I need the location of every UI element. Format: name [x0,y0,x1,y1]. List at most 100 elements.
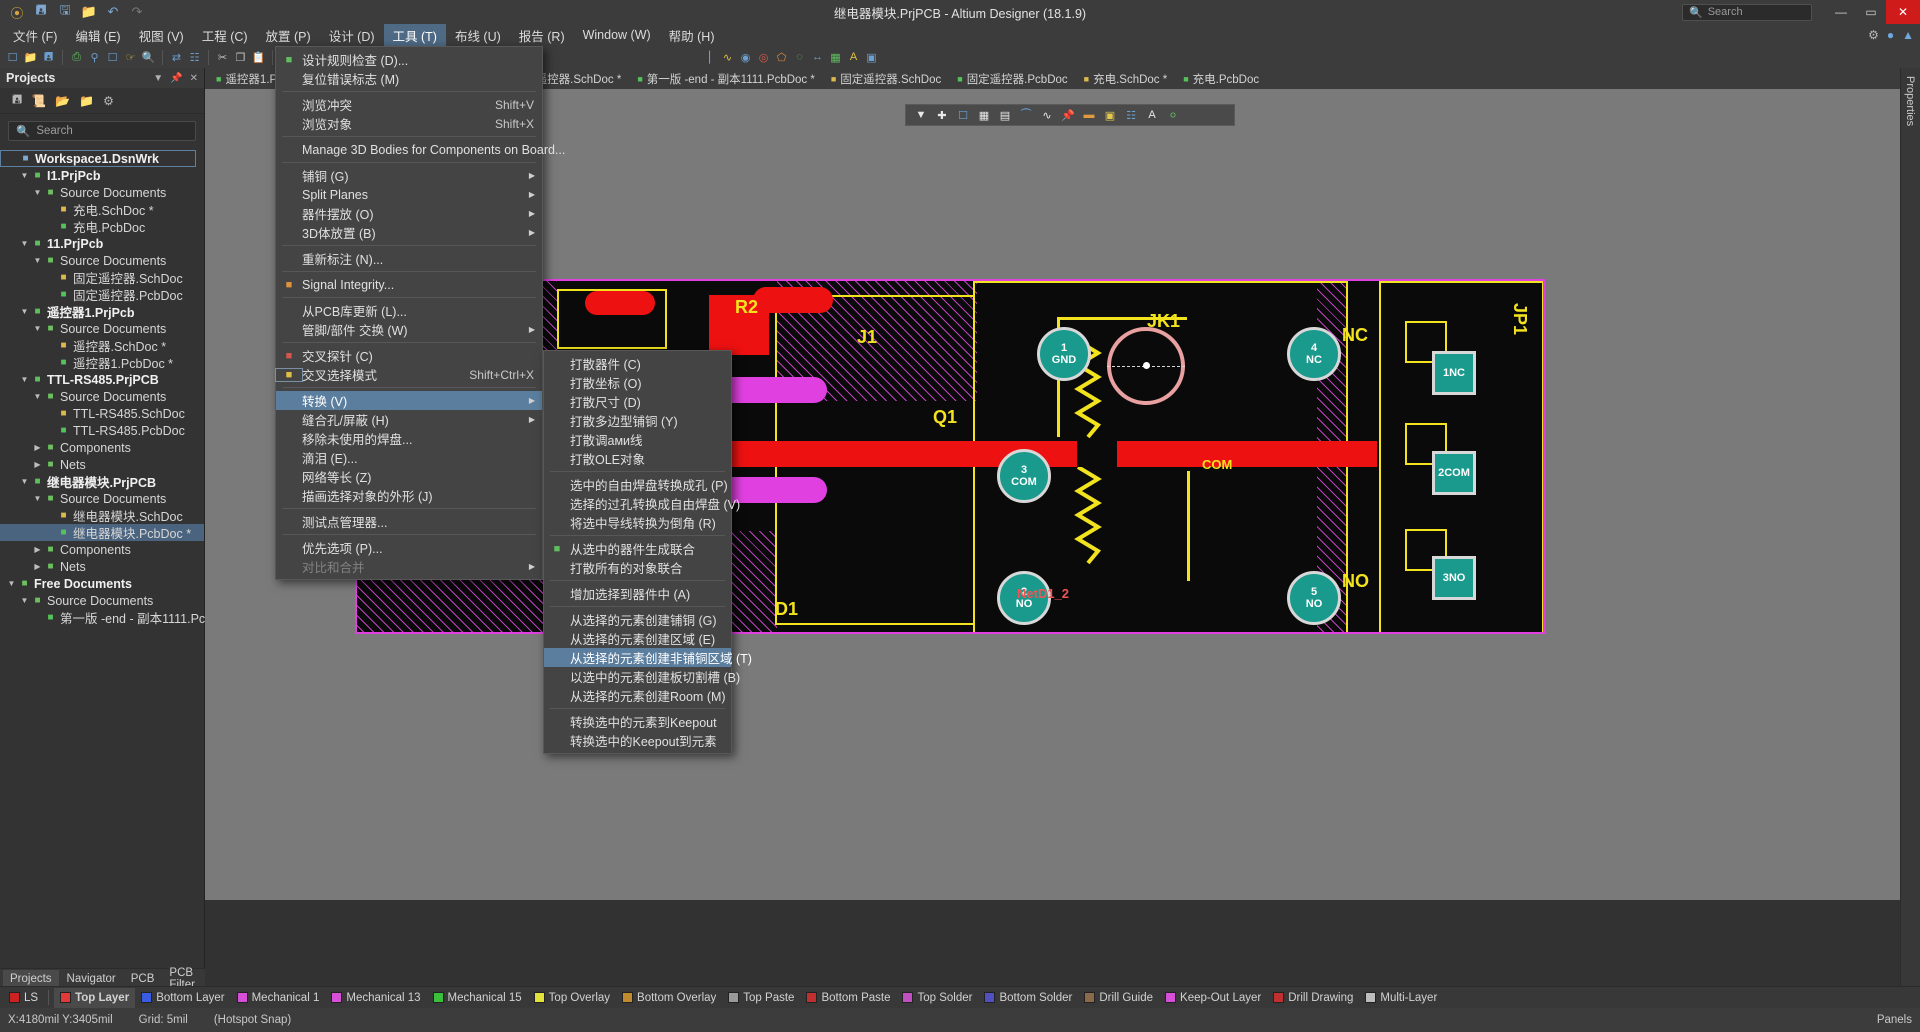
menu-item[interactable]: ■交叉选择模式Shift+Ctrl+X [276,365,542,384]
chevron-right-icon[interactable]: ▶ [32,562,43,571]
menu-item[interactable]: 转换 (V)▶ [276,391,542,410]
document-tab[interactable]: ■充电.SchDoc * [1077,69,1175,88]
menu-item[interactable]: 滴泪 (E)... [276,448,542,467]
add-icon[interactable]: ✚ [933,106,951,124]
menu-item[interactable]: ■Signal Integrity... [276,275,542,294]
menu-item[interactable]: 打散OLE对象 [544,449,731,468]
pcb-pad[interactable]: 1GND [1037,327,1091,381]
pcb-designator[interactable]: NO [1342,571,1369,592]
text-icon[interactable]: A [845,48,862,67]
print-icon[interactable]: ⎙ [68,48,85,67]
gear-icon[interactable]: ⚙ [103,94,114,108]
text-icon[interactable]: A [1143,106,1161,124]
chevron-right-icon[interactable]: ▶ [32,545,43,554]
menu-item[interactable]: 缝合孔/屏蔽 (H)▶ [276,410,542,429]
chevron-down-icon[interactable]: ▼ [19,171,30,180]
user-account-icon[interactable]: ● [1887,28,1894,42]
properties-rail-tab[interactable]: Properties [1901,68,1919,134]
layer-tab[interactable]: Top Layer [54,988,135,1008]
menubar-item-9[interactable]: Window (W) [574,24,660,46]
menu-item[interactable]: 将选中导线转换为倒角 (R) [544,513,731,532]
cross-probe-toolbar-icon[interactable]: ⇄ [168,48,185,67]
menu-item[interactable]: 管脚/部件 交换 (W)▶ [276,320,542,339]
chevron-down-icon[interactable]: ▼ [6,579,17,588]
menu-item[interactable]: 打散多边型铺铜 (Y) [544,411,731,430]
menu-item[interactable]: 打散调ами线 [544,430,731,449]
pin-icon[interactable]: 📌 [1059,106,1077,124]
menu-item[interactable]: 转换选中的Keepout到元素 [544,731,731,750]
left-panel-tab[interactable]: PCB [124,970,162,988]
notifications-icon[interactable]: ▲ [1902,28,1914,42]
dimension-icon[interactable]: ↔ [809,48,826,67]
measure-icon[interactable]: ☷ [1122,106,1140,124]
layer-tab[interactable]: Top Solder [896,988,978,1008]
menu-item[interactable]: 铺铜 (G)▶ [276,166,542,185]
menubar-item-5[interactable]: 设计 (D) [320,24,384,46]
menu-item[interactable]: 3D体放置 (B)▶ [276,223,542,242]
save-project-icon[interactable]: 🖪 [12,90,22,111]
menu-item[interactable]: 重新标注 (N)... [276,249,542,268]
altium-logo-icon[interactable]: ⦿ [6,2,28,22]
layer-tab[interactable]: Mechanical 1 [231,988,326,1008]
tree-item[interactable]: ▼■Source Documents [0,490,204,507]
layer-tab[interactable]: Mechanical 13 [325,988,426,1008]
tree-item[interactable]: ▼■TTL-RS485.PrjPCB [0,371,204,388]
tree-item[interactable]: ■遥控器1.PcbDoc * [0,354,204,371]
net-icon[interactable]: ∿ [719,48,736,67]
document-tab[interactable]: ■充电.PcbDoc [1176,69,1266,88]
layer-tab[interactable]: Multi-Layer [1359,988,1443,1008]
minimize-button[interactable]: — [1826,0,1856,24]
layer-tab[interactable]: Mechanical 15 [427,988,528,1008]
menu-item[interactable]: 从选择的元素创建铺铜 (G) [544,610,731,629]
save-icon[interactable]: 🖪 [30,2,52,22]
left-panel-tab[interactable]: Projects [3,970,59,988]
menu-item[interactable]: 打散器件 (C) [544,354,731,373]
panels-button[interactable]: Panels [1877,1014,1920,1026]
arc-icon[interactable]: ◌ [791,48,808,67]
menubar-item-4[interactable]: 放置 (P) [257,24,320,46]
layer-tab[interactable]: Drill Drawing [1267,988,1359,1008]
left-panel-tab[interactable]: PCB Filter [162,970,205,988]
net-icon[interactable]: ∿ [1038,106,1056,124]
pin-icon[interactable]: 📌 [170,73,182,84]
tree-item[interactable]: ▼■Free Documents [0,575,204,592]
menu-item[interactable]: 浏览冲突Shift+V [276,95,542,114]
via-icon[interactable]: ◎ [755,48,772,67]
tree-item[interactable]: ■TTL-RS485.PcbDoc [0,422,204,439]
document-tab[interactable]: ■固定遥控器.SchDoc [824,69,948,88]
browse-icon[interactable]: ☷ [186,48,203,67]
zoom-select-icon[interactable]: ☐ [104,48,121,67]
menu-item[interactable]: 器件摆放 (O)▶ [276,204,542,223]
chevron-down-icon[interactable]: ▼ [19,477,30,486]
tree-item[interactable]: ■固定遥控器.SchDoc [0,269,204,286]
tree-item[interactable]: ▼■Source Documents [0,184,204,201]
pcb-designator[interactable]: R2 [735,297,758,318]
menu-item[interactable]: 移除未使用的焊盘... [276,429,542,448]
menubar-item-6[interactable]: 工具 (T) [384,24,446,46]
tree-item[interactable]: ▶■Components [0,541,204,558]
layer-tab[interactable]: Top Overlay [528,988,616,1008]
chevron-down-icon[interactable]: ▼ [32,392,43,401]
via-icon[interactable]: ▣ [1101,106,1119,124]
tree-item[interactable]: ■遥控器.SchDoc * [0,337,204,354]
zoom-area-icon[interactable]: ⚲ [86,48,103,67]
pcb-designator[interactable]: NetD1_2 [1017,586,1069,601]
filter-icon[interactable]: ▼ [912,106,930,124]
tree-item[interactable]: ■充电.PcbDoc [0,218,204,235]
layer-tab[interactable]: Keep-Out Layer [1159,988,1267,1008]
menu-item[interactable]: 网络等长 (Z) [276,467,542,486]
menu-item[interactable]: 打散坐标 (O) [544,373,731,392]
tree-item[interactable]: ▼■遥控器1.PrjPcb [0,303,204,320]
pcb-designator[interactable]: JP1 [1509,303,1530,335]
paste-icon[interactable]: 📋 [250,48,267,67]
route-icon[interactable]: ⏜ [1017,106,1035,124]
menu-item[interactable]: Split Planes▶ [276,185,542,204]
menu-item[interactable]: 打散所有的对象联合 [544,558,731,577]
menubar-item-2[interactable]: 视图 (V) [130,24,193,46]
chevron-down-icon[interactable]: ▼ [32,324,43,333]
tree-item[interactable]: ▼■11.PrjPcb [0,235,204,252]
find-icon[interactable]: 🔍 [140,48,157,67]
tree-item[interactable]: ■TTL-RS485.SchDoc [0,405,204,422]
tree-item[interactable]: ▶■Nets [0,456,204,473]
tree-item[interactable]: ▼■I1.PrjPcb [0,167,204,184]
